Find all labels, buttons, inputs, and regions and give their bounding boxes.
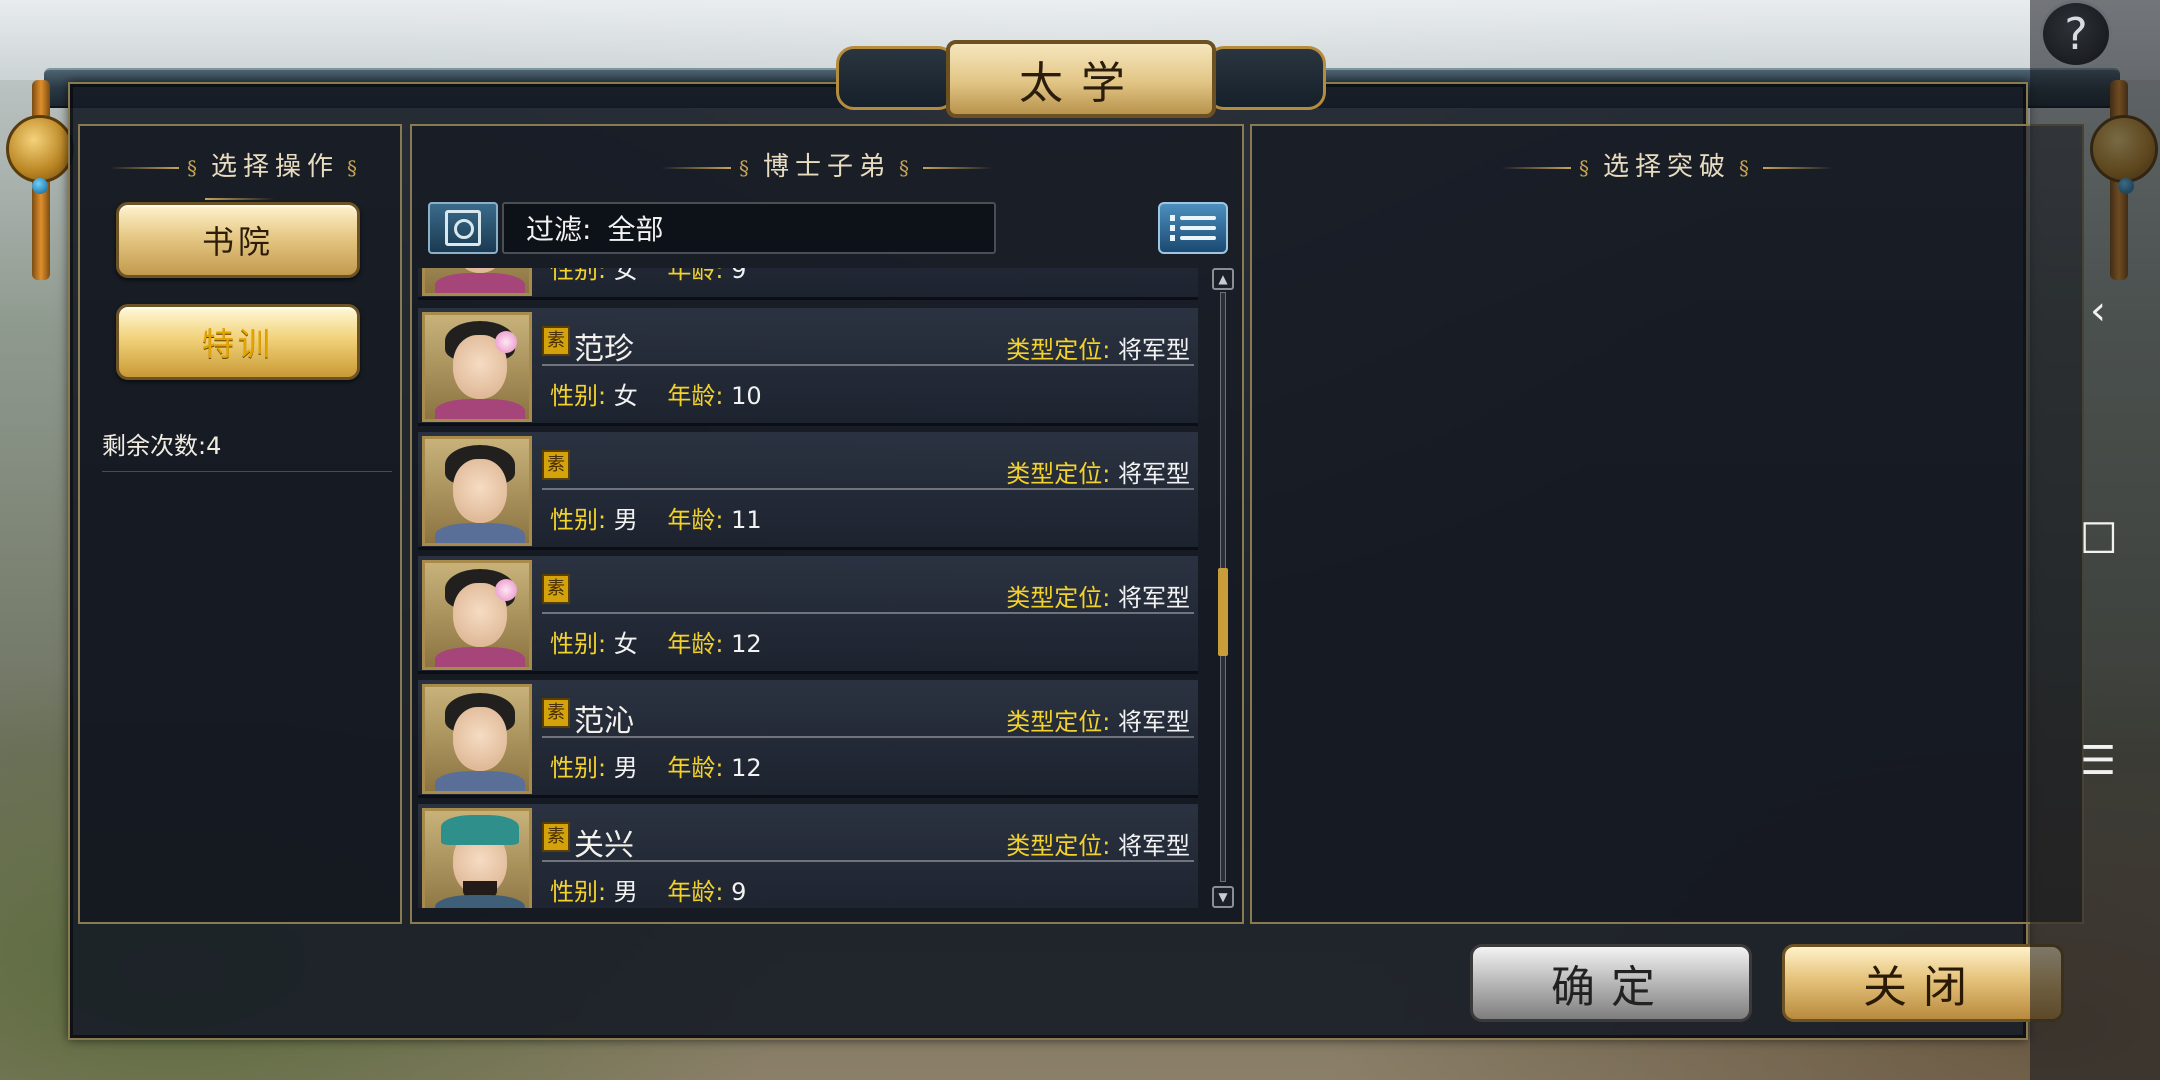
student-type: 类型定位: 将军型: [1006, 336, 1190, 364]
scroll-up-icon[interactable]: ▲: [1212, 268, 1234, 290]
special-training-button-label: 特训: [201, 325, 274, 363]
student-type: 类型定位: 将军型: [1006, 584, 1190, 612]
student-info: 性别: 男 年龄: 9: [550, 878, 747, 906]
students-panel: § 博士子弟 § 过滤: 全部 性别: 女 年龄: 9 素 范珍 类型定位: 将…: [410, 124, 1244, 924]
student-name: 关兴: [574, 828, 634, 863]
title-ornament-left: [836, 46, 956, 110]
title-plaque: 太学: [836, 40, 1326, 118]
student-row[interactable]: 素 关兴 类型定位: 将军型 性别: 男 年龄: 9: [418, 804, 1198, 908]
title-ornament-right: [1206, 46, 1326, 110]
student-name: 范沁: [574, 704, 634, 739]
operation-panel: § 选择操作 § 书院 特训 剩余次数:4: [78, 124, 402, 924]
close-button[interactable]: 关闭: [1782, 944, 2064, 1022]
bead-left-icon: [32, 178, 48, 194]
students-panel-title: 博士子弟: [762, 152, 891, 182]
academy-button[interactable]: 书院: [116, 202, 360, 278]
rank-badge-icon: 素: [542, 574, 570, 604]
student-row[interactable]: 素 类型定位: 将军型 性别: 男 年龄: 11: [418, 432, 1198, 550]
row-divider: [542, 736, 1194, 738]
row-divider: [542, 488, 1194, 490]
avatar: [422, 684, 532, 794]
breakthrough-panel: § 选择突破 §: [1250, 124, 2084, 924]
filter-value: 全部: [607, 213, 664, 246]
remaining-count: 剩余次数:4: [102, 426, 392, 472]
student-type: 类型定位: 将军型: [1006, 832, 1190, 860]
search-icon: [445, 210, 481, 246]
avatar: [422, 312, 532, 422]
list-icon: [1170, 215, 1216, 221]
avatar: [422, 436, 532, 546]
filter-label: 过滤:: [526, 213, 592, 246]
student-row-partial[interactable]: 性别: 女 年龄: 9: [418, 268, 1198, 300]
student-type: 类型定位: 将军型: [1006, 460, 1190, 488]
student-type: 类型定位: 将军型: [1006, 708, 1190, 736]
student-info: 性别: 女 年龄: 10: [550, 382, 762, 410]
student-row[interactable]: 素 类型定位: 将军型 性别: 女 年龄: 12: [418, 556, 1198, 674]
menu-nav-icon[interactable]: ☰: [2080, 738, 2116, 784]
scroll-thumb[interactable]: [1218, 568, 1228, 656]
row-divider: [542, 612, 1194, 614]
student-name: 范珍: [574, 332, 634, 367]
student-info: 性别: 女 年龄: 9: [550, 268, 747, 284]
row-divider: [542, 860, 1194, 862]
confirm-button[interactable]: 确定: [1470, 944, 1752, 1022]
filter-field[interactable]: 过滤: 全部: [502, 202, 996, 254]
rank-badge-icon: 素: [542, 326, 570, 356]
avatar: [422, 560, 532, 670]
special-training-button[interactable]: 特训: [116, 304, 360, 380]
rank-badge-icon: 素: [542, 822, 570, 852]
students-panel-header: § 博士子弟 §: [412, 146, 1242, 183]
avatar: [422, 268, 532, 296]
avatar: [422, 808, 532, 908]
rank-badge-icon: 素: [542, 698, 570, 728]
student-list[interactable]: 性别: 女 年龄: 9 素 范珍 类型定位: 将军型 性别: 女 年龄: 10: [418, 268, 1212, 908]
help-button[interactable]: ?: [2040, 0, 2112, 68]
scroll-down-icon[interactable]: ▼: [1212, 886, 1234, 908]
page-title: 太学: [946, 40, 1216, 118]
academy-button-label: 书院: [201, 223, 274, 261]
student-info: 性别: 男 年龄: 11: [550, 506, 762, 534]
filter-search-button[interactable]: [428, 202, 498, 254]
home-nav-icon[interactable]: □: [2080, 512, 2118, 558]
list-view-button[interactable]: [1158, 202, 1228, 254]
student-row[interactable]: 素 范珍 类型定位: 将军型 性别: 女 年龄: 10: [418, 308, 1198, 426]
medallion-left-icon: [6, 115, 74, 183]
student-info: 性别: 男 年龄: 12: [550, 754, 762, 782]
operation-panel-title: 选择操作: [210, 152, 339, 182]
breakthrough-panel-header: § 选择突破 §: [1252, 146, 2082, 183]
student-info: 性别: 女 年龄: 12: [550, 630, 762, 658]
back-nav-icon[interactable]: ‹: [2080, 288, 2116, 334]
row-divider: [542, 364, 1194, 366]
rank-badge-icon: 素: [542, 450, 570, 480]
student-row[interactable]: 素 范沁 类型定位: 将军型 性别: 男 年龄: 12: [418, 680, 1198, 798]
student-list-scrollbar[interactable]: ▲ ▼: [1212, 268, 1234, 908]
breakthrough-panel-title: 选择突破: [1602, 152, 1731, 182]
